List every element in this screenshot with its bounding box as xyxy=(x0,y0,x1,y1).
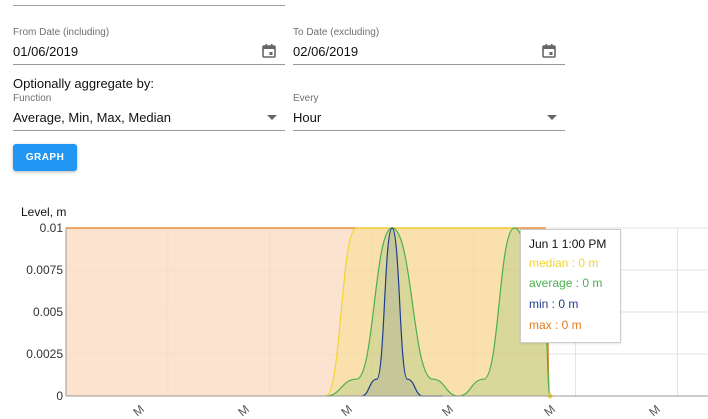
chart-tooltip: Jun 1 1:00 PM median : 0 m average : 0 m… xyxy=(520,229,621,343)
tooltip-title: Jun 1 1:00 PM xyxy=(529,237,607,251)
tooltip-row-max: max : 0 m xyxy=(529,318,582,332)
level-chart xyxy=(65,227,708,399)
tooltip-row-average: average : 0 m xyxy=(529,276,603,290)
tooltip-row-min: min : 0 m xyxy=(529,297,579,311)
chart-series xyxy=(66,227,553,399)
tooltip-row-median: median : 0 m xyxy=(529,256,599,270)
